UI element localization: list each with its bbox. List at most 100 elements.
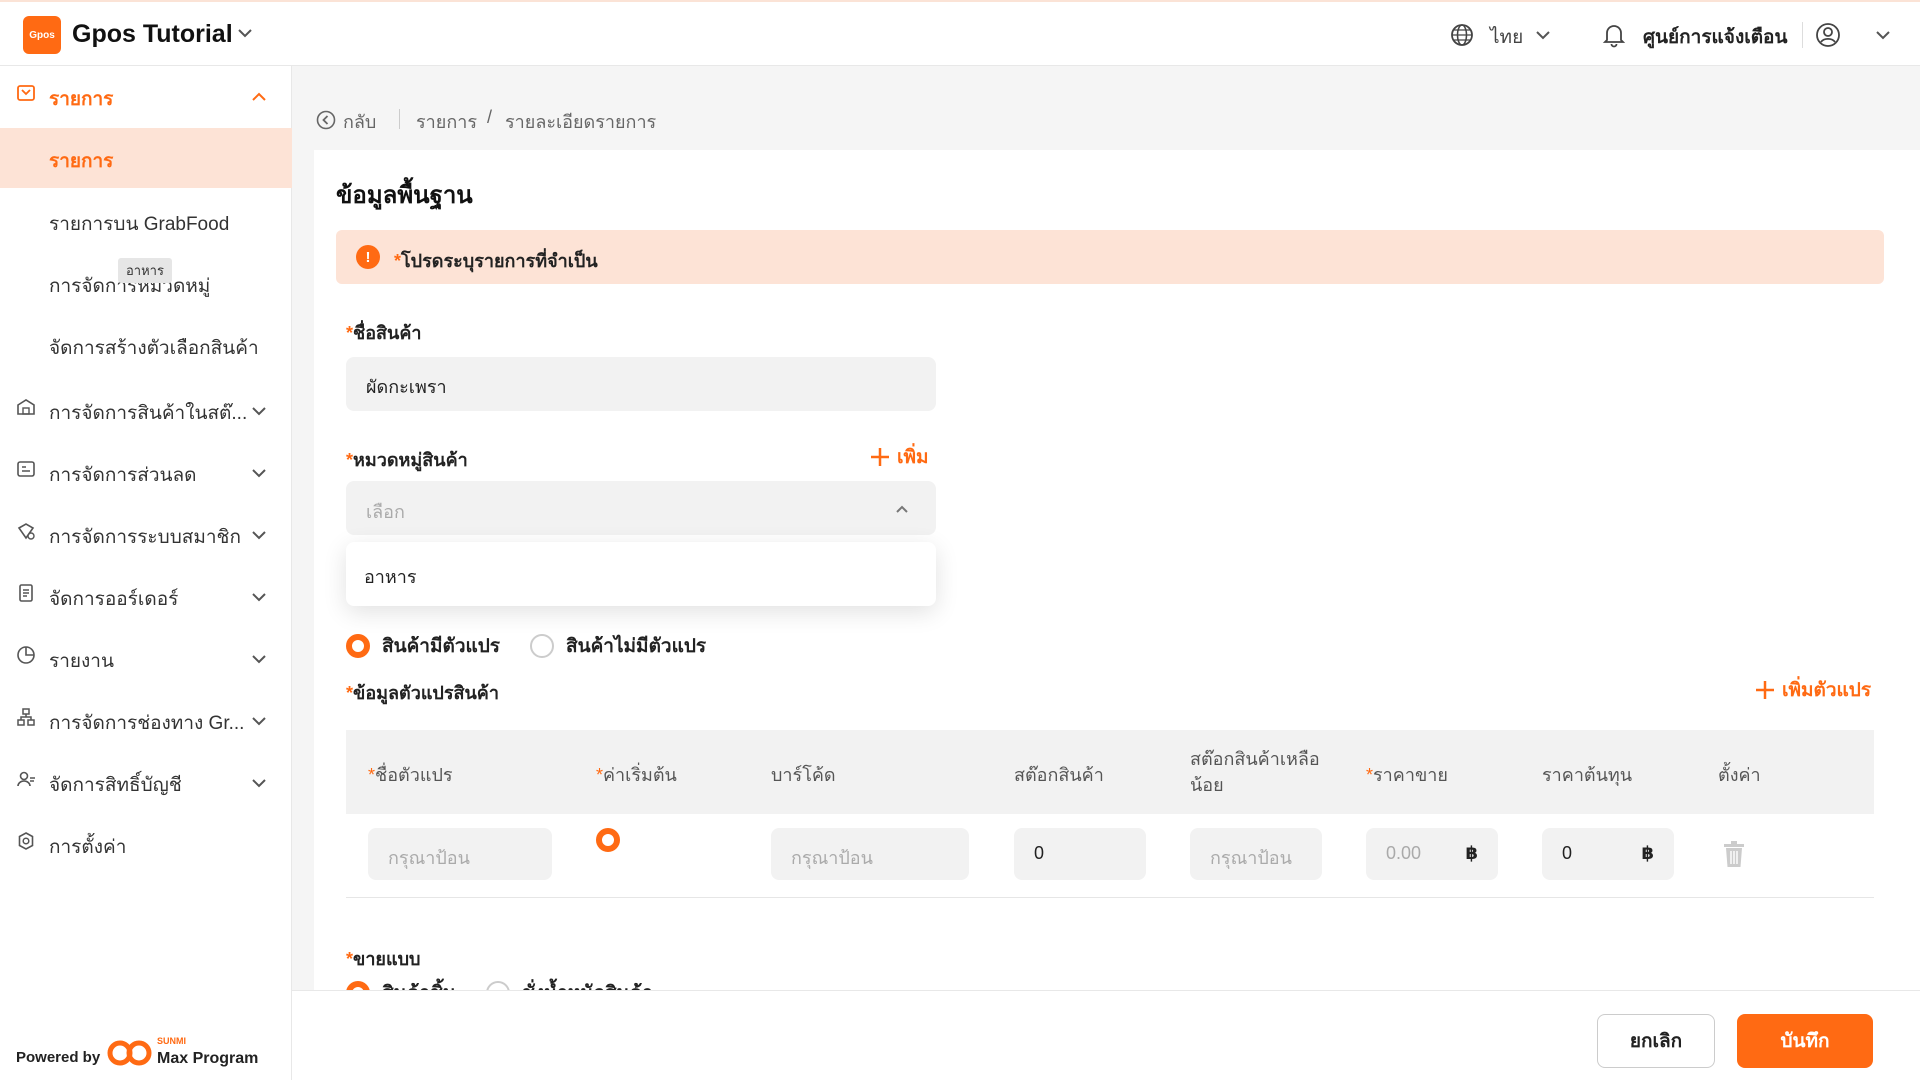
tooltip: อาหาร (118, 258, 172, 283)
language-selector[interactable]: ไทย (1490, 22, 1523, 52)
cancel-button[interactable]: ยกเลิก (1597, 1014, 1715, 1068)
account-icon (17, 771, 35, 787)
default-radio[interactable] (596, 828, 620, 852)
th-low-stock: สต๊อกสินค้าเหลือน้อย (1190, 749, 1320, 795)
user-avatar-icon[interactable] (1815, 22, 1841, 48)
breadcrumb-items[interactable]: รายการ (416, 107, 477, 136)
th-variant-name: *ชื่อตัวแปร (368, 765, 453, 785)
sell-radio-weight[interactable]: ชั่งน้ำหนักสินค้า (486, 978, 653, 990)
variant-radio-no[interactable]: สินค้าไม่มีตัวแปร (530, 631, 706, 661)
required-alert: ! *โปรดระบุรายการที่จำเป็น (336, 230, 1884, 284)
trash-icon[interactable] (1722, 840, 1746, 868)
sidebar-group-label: รายการ (49, 89, 114, 110)
radio-checked (596, 828, 620, 852)
chevron-down-icon (252, 531, 266, 540)
top-header: Gpos Gpos Tutorial ไทย ศูนย์การแจ้งเตือน (0, 0, 1920, 66)
category-dropdown: อาหาร (346, 542, 936, 606)
chevron-down-icon (252, 717, 266, 726)
th-barcode: บาร์โค้ด (771, 765, 836, 785)
notification-center-link[interactable]: ศูนย์การแจ้งเตือน (1643, 22, 1787, 52)
price-input[interactable]: 0.00 ฿ (1366, 828, 1498, 880)
settings-icon (18, 832, 34, 850)
chevron-down-icon (252, 469, 266, 478)
sidebar-group-membership[interactable]: การจัดการระบบสมาชิก (0, 504, 292, 562)
chevron-down-icon[interactable] (236, 24, 254, 42)
chevron-down-icon[interactable] (1874, 26, 1892, 44)
section-title: ข้อมูลพื้นฐาน (336, 182, 473, 209)
sidebar: รายการ รายการ รายการบน GrabFood การจัดกา… (0, 66, 292, 1080)
info-icon: ! (356, 245, 380, 269)
cost-input[interactable]: 0 ฿ (1542, 828, 1674, 880)
variant-info-label: *ข้อมูลตัวแปรสินค้า (346, 683, 499, 703)
radio-checked (346, 634, 370, 658)
breadcrumb-separator: / (487, 107, 493, 127)
brand-name: Max Program (157, 1050, 259, 1067)
powered-by-text: Powered by (16, 1049, 101, 1066)
report-icon (17, 646, 35, 664)
chevron-up-icon (896, 505, 908, 513)
sidebar-group-stock[interactable]: การจัดการสินค้าในสต๊... (0, 380, 292, 438)
header-divider (1802, 22, 1803, 48)
form-footer: ยกเลิก บันทึก (292, 990, 1920, 1080)
th-cost: ราคาต้นทุน (1542, 765, 1633, 785)
chevron-up-icon (252, 92, 266, 101)
category-label: *หมวดหมู่สินค้า (346, 450, 468, 470)
tag-icon (17, 85, 35, 101)
product-name-label: *ชื่อสินค้า (346, 323, 422, 343)
sidebar-group-accounts[interactable]: จัดการสิทธิ์บัญชี (0, 752, 292, 810)
sell-radio-piece[interactable]: สินค้าชิ้น (346, 978, 456, 990)
plus-icon (1756, 681, 1774, 699)
radio-checked (346, 981, 370, 990)
low-stock-input[interactable]: กรุณาป้อน (1190, 828, 1322, 880)
breadcrumb-divider (399, 109, 400, 129)
sidebar-group-reports[interactable]: รายงาน (0, 628, 292, 686)
globe-icon[interactable] (1450, 23, 1474, 47)
save-button[interactable]: บันทึก (1737, 1014, 1873, 1068)
sidebar-group-settings[interactable]: การตั้งค่า (0, 814, 292, 872)
stock-input[interactable]: 0 (1014, 828, 1146, 880)
bell-icon[interactable] (1602, 22, 1626, 48)
variant-name-input[interactable]: กรุณาป้อน (368, 828, 552, 880)
sidebar-item-variant-options[interactable]: จัดการสร้างตัวเลือกสินค้า (0, 315, 292, 375)
th-default: *ค่าเริ่มต้น (596, 765, 677, 785)
breadcrumb-current: รายละเอียดรายการ (505, 112, 657, 132)
warehouse-icon (17, 399, 35, 415)
variant-radio-yes[interactable]: สินค้ามีตัวแปร (346, 631, 500, 661)
product-name-input[interactable]: ผัดกะเพรา (346, 357, 936, 411)
sidebar-item-grabfood[interactable]: รายการบน GrabFood (0, 191, 292, 251)
th-stock: สต๊อกสินค้า (1014, 765, 1104, 785)
back-link[interactable]: กลับ (343, 107, 376, 136)
sell-type-label: *ขายแบบ (346, 949, 421, 969)
radio-unchecked (530, 634, 554, 658)
add-variant-button[interactable]: เพิ่มตัวแปร (1754, 675, 1871, 705)
order-icon (19, 584, 33, 602)
sidebar-group-channels[interactable]: การจัดการช่องทาง Gr... (0, 690, 292, 748)
app-logo[interactable]: Gpos (23, 16, 61, 54)
variant-table-row: กรุณาป้อน กรุณาป้อน 0 กรุณาป้อน 0.00 ฿ 0 ฿ (346, 814, 1874, 898)
sidebar-group-orders[interactable]: จัดการออร์เดอร์ (0, 566, 292, 624)
dropdown-option-food[interactable]: อาหาร (364, 562, 417, 591)
chevron-down-icon[interactable] (1534, 26, 1552, 44)
plus-icon (871, 448, 889, 466)
sidebar-item-items[interactable]: รายการ (0, 128, 292, 188)
chevron-down-icon (252, 593, 266, 602)
member-icon (17, 523, 35, 540)
variant-table-header: *ชื่อตัวแปร *ค่าเริ่มต้น บาร์โค้ด สต๊อกส… (346, 730, 1874, 814)
brand-small: SUNMI (157, 1036, 186, 1046)
radio-unchecked (486, 981, 510, 990)
chevron-down-icon (252, 655, 266, 664)
chevron-down-icon (252, 407, 266, 416)
sidebar-group-items[interactable]: รายการ (0, 66, 292, 124)
back-arrow-icon[interactable] (316, 110, 336, 130)
category-select[interactable]: เลือก (346, 481, 936, 535)
basic-info-card: ข้อมูลพื้นฐาน ! *โปรดระบุรายการที่จำเป็น… (314, 150, 1920, 990)
add-category-button[interactable]: เพิ่ม (869, 442, 929, 472)
barcode-input[interactable]: กรุณาป้อน (771, 828, 969, 880)
discount-icon (17, 461, 35, 477)
th-settings: ตั้งค่า (1718, 765, 1761, 785)
th-price: *ราคาขาย (1366, 765, 1448, 785)
chevron-down-icon (252, 779, 266, 788)
channel-icon (17, 708, 35, 726)
sidebar-group-discount[interactable]: การจัดการส่วนลด (0, 442, 292, 500)
app-title[interactable]: Gpos Tutorial (72, 20, 233, 49)
